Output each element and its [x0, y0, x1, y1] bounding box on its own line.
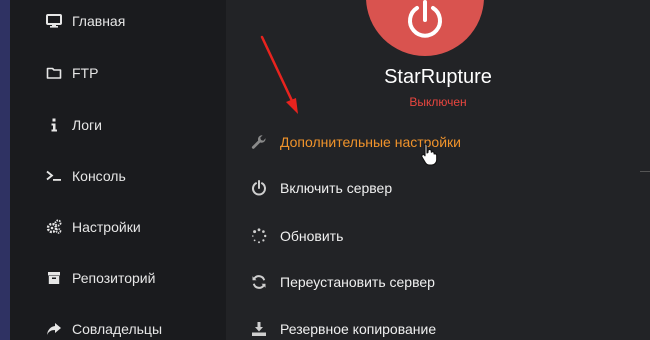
hand-cursor-icon — [421, 143, 438, 166]
annotation-arrow — [260, 35, 298, 114]
